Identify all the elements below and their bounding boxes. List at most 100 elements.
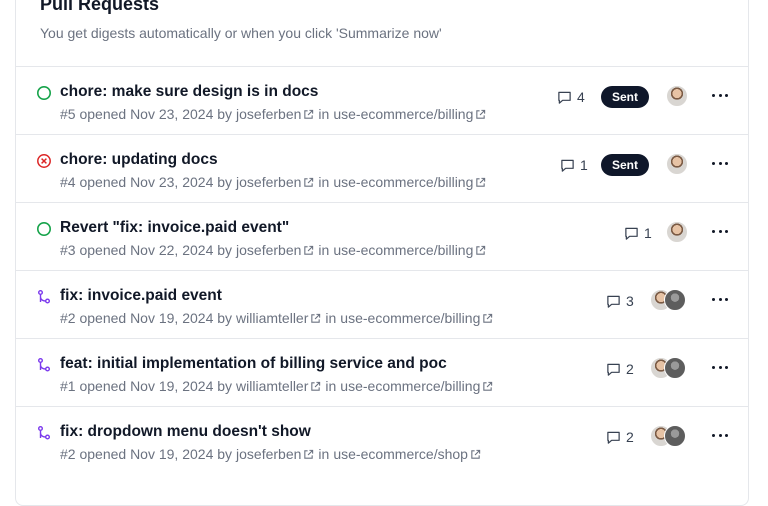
- more-actions-button[interactable]: [712, 224, 728, 238]
- comment-icon: [607, 363, 620, 376]
- external-link-icon[interactable]: [482, 313, 493, 324]
- page-subtitle: You get digests automatically or when yo…: [40, 25, 442, 41]
- pr-repo-link[interactable]: use-ecommerce/billing: [333, 241, 473, 259]
- pr-in-label: in: [318, 242, 330, 258]
- external-link-icon[interactable]: [303, 177, 314, 188]
- external-link-icon[interactable]: [310, 313, 321, 324]
- comment-icon: [625, 227, 638, 240]
- avatar: [664, 425, 686, 447]
- comment-icon: [561, 159, 574, 172]
- pull-request-row[interactable]: chore: make sure design is in docs #5 op…: [16, 66, 748, 134]
- reviewer-avatars: [650, 289, 686, 311]
- comment-count: 4: [557, 88, 585, 106]
- avatar: [666, 221, 688, 243]
- pr-number-opened: #2 opened Nov 19, 2024 by: [60, 446, 233, 462]
- more-actions-button[interactable]: [712, 360, 728, 374]
- pull-request-row[interactable]: feat: initial implementation of billing …: [16, 338, 748, 406]
- dot-icon: [725, 433, 728, 437]
- pr-repo-link[interactable]: use-ecommerce/billing: [340, 309, 480, 327]
- pr-meta: #1 opened Nov 19, 2024 by williamteller …: [60, 377, 497, 395]
- pr-title[interactable]: chore: updating docs: [60, 150, 218, 170]
- pr-in-label: in: [325, 378, 337, 394]
- external-link-icon[interactable]: [482, 381, 493, 392]
- external-link-icon[interactable]: [470, 449, 481, 460]
- pr-meta: #2 opened Nov 19, 2024 by williamteller …: [60, 309, 497, 327]
- status-badge: Sent: [601, 154, 650, 176]
- pr-in-label: in: [318, 446, 330, 462]
- comment-count: 2: [606, 428, 634, 446]
- pr-meta: #2 opened Nov 19, 2024 by joseferben in …: [60, 445, 485, 463]
- dot-icon: [718, 161, 722, 165]
- pr-repo-link[interactable]: use-ecommerce/billing: [333, 173, 473, 191]
- pr-merged-icon: [36, 357, 52, 373]
- comment-count: 1: [624, 224, 652, 242]
- pr-meta: #5 opened Nov 23, 2024 by joseferben in …: [60, 105, 490, 123]
- pr-repo-link[interactable]: use-ecommerce/billing: [333, 105, 473, 123]
- external-link-icon[interactable]: [475, 109, 486, 120]
- pull-request-row[interactable]: fix: dropdown menu doesn't show #2 opene…: [16, 406, 748, 474]
- avatar: [666, 153, 688, 175]
- dot-icon: [712, 161, 715, 165]
- pull-request-row[interactable]: fix: invoice.paid event #2 opened Nov 19…: [16, 270, 748, 338]
- reviewer-avatars: [666, 221, 688, 243]
- dot-icon: [718, 365, 722, 369]
- comment-icon: [607, 295, 620, 308]
- pr-author-link[interactable]: joseferben: [236, 241, 301, 259]
- pr-title[interactable]: fix: invoice.paid event: [60, 286, 222, 306]
- comment-count-value: 2: [626, 429, 634, 445]
- reviewer-avatars: [666, 85, 688, 107]
- pr-author-link[interactable]: joseferben: [236, 445, 301, 463]
- pull-request-list: chore: make sure design is in docs #5 op…: [16, 66, 748, 474]
- pr-title[interactable]: feat: initial implementation of billing …: [60, 354, 447, 374]
- pr-author-link[interactable]: joseferben: [236, 105, 301, 123]
- pr-in-label: in: [318, 174, 330, 190]
- comment-count: 2: [606, 360, 634, 378]
- dot-icon: [725, 365, 728, 369]
- dot-icon: [725, 93, 728, 97]
- pr-author-link[interactable]: williamteller: [236, 377, 308, 395]
- pr-repo-link[interactable]: use-ecommerce/billing: [340, 377, 480, 395]
- pr-number-opened: #1 opened Nov 19, 2024 by: [60, 378, 233, 394]
- pr-title[interactable]: chore: make sure design is in docs: [60, 82, 318, 102]
- comment-count-value: 3: [626, 293, 634, 309]
- pr-repo-link[interactable]: use-ecommerce/shop: [333, 445, 468, 463]
- pull-request-row[interactable]: Revert "fix: invoice.paid event" #3 open…: [16, 202, 748, 270]
- reviewer-avatars: [650, 357, 686, 379]
- pr-title[interactable]: fix: dropdown menu doesn't show: [60, 422, 311, 442]
- more-actions-button[interactable]: [712, 292, 728, 306]
- external-link-icon[interactable]: [310, 381, 321, 392]
- external-link-icon[interactable]: [475, 245, 486, 256]
- pr-title[interactable]: Revert "fix: invoice.paid event": [60, 218, 289, 238]
- avatar: [666, 85, 688, 107]
- pr-number-opened: #5 opened Nov 23, 2024 by: [60, 106, 233, 122]
- pr-in-label: in: [325, 310, 337, 326]
- comment-count-value: 1: [644, 225, 652, 241]
- pr-author-link[interactable]: williamteller: [236, 309, 308, 327]
- dot-icon: [718, 297, 722, 301]
- avatar: [664, 357, 686, 379]
- comment-count-value: 2: [626, 361, 634, 377]
- external-link-icon[interactable]: [303, 109, 314, 120]
- pr-author-link[interactable]: joseferben: [236, 173, 301, 191]
- external-link-icon[interactable]: [303, 449, 314, 460]
- dot-icon: [725, 297, 728, 301]
- dot-icon: [718, 433, 722, 437]
- pr-closed-icon: [36, 153, 52, 169]
- pr-in-label: in: [318, 106, 330, 122]
- pull-request-row[interactable]: chore: updating docs #4 opened Nov 23, 2…: [16, 134, 748, 202]
- dot-icon: [712, 433, 715, 437]
- more-actions-button[interactable]: [712, 428, 728, 442]
- dot-icon: [718, 229, 722, 233]
- pr-open-icon: [36, 85, 52, 101]
- reviewer-avatars: [650, 425, 686, 447]
- comment-icon: [607, 431, 620, 444]
- more-actions-button[interactable]: [712, 88, 728, 102]
- dot-icon: [725, 229, 728, 233]
- comment-count-value: 1: [580, 157, 588, 173]
- external-link-icon[interactable]: [475, 177, 486, 188]
- dot-icon: [725, 161, 728, 165]
- external-link-icon[interactable]: [303, 245, 314, 256]
- page-title: Pull Requests: [40, 0, 160, 14]
- more-actions-button[interactable]: [712, 156, 728, 170]
- dot-icon: [718, 93, 722, 97]
